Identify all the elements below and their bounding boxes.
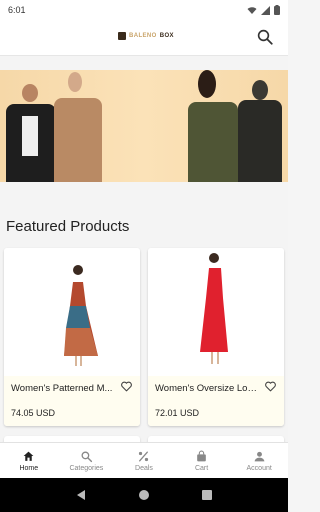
product-image-dress-red — [200, 253, 228, 364]
nav-deals[interactable]: Deals — [115, 443, 173, 478]
nav-cart[interactable]: Cart — [173, 443, 231, 478]
account-icon — [254, 451, 265, 461]
nav-account-label: Account — [246, 464, 272, 472]
product-image[interactable] — [4, 248, 140, 376]
status-bar: 6:01 — [0, 0, 288, 20]
favorite-heart-icon[interactable] — [120, 380, 133, 393]
wifi-icon — [247, 6, 257, 14]
nav-categories-label: Categories — [69, 464, 104, 472]
product-name[interactable]: Women's Oversize Lon... — [155, 383, 259, 394]
product-card[interactable]: Women's Patterned M... 74.05 USD — [4, 248, 140, 426]
system-navigation-bar — [0, 478, 288, 512]
status-time: 6:01 — [8, 5, 26, 15]
banner-model-man-2 — [238, 100, 282, 182]
search-icon — [81, 451, 92, 462]
logo-text-baleno: BALENO — [129, 33, 157, 39]
home-circle-icon[interactable] — [138, 489, 150, 501]
search-icon[interactable] — [256, 28, 274, 46]
product-name[interactable]: Women's Patterned M... — [11, 383, 115, 394]
banner-model-woman-2 — [188, 102, 238, 182]
battery-icon — [274, 5, 280, 15]
logo-text-box: BOX — [159, 33, 174, 39]
product-image-dress-patterned — [64, 265, 98, 366]
shopping-bag-icon — [197, 450, 206, 461]
brand-logo[interactable]: BALENO BOX — [118, 32, 174, 40]
signal-icon — [261, 5, 270, 15]
banner-model-head — [22, 84, 38, 102]
product-price: 72.01 USD — [155, 408, 200, 418]
banner-model-head — [198, 70, 216, 98]
banner-model-woman-1 — [54, 98, 102, 182]
featured-products-title: Featured Products — [6, 218, 130, 235]
product-info: Women's Oversize Lon... 72.01 USD — [148, 376, 284, 426]
favorite-heart-icon[interactable] — [264, 380, 277, 393]
banner-model-head — [68, 72, 82, 92]
nav-categories[interactable]: Categories — [58, 443, 116, 478]
nav-account[interactable]: Account — [230, 443, 288, 478]
nav-home-label: Home — [19, 464, 39, 472]
logo-mark — [118, 32, 126, 40]
percent-icon — [139, 451, 149, 461]
nav-deals-label: Deals — [135, 464, 153, 472]
status-icons — [247, 5, 280, 15]
nav-cart-label: Cart — [194, 464, 209, 472]
promo-banner[interactable] — [0, 70, 288, 182]
product-image[interactable] — [148, 248, 284, 376]
back-icon[interactable] — [75, 489, 87, 501]
app-screen: 6:01 BALENO BOX Featured Products Women'… — [0, 0, 288, 512]
product-info: Women's Patterned M... 74.05 USD — [4, 376, 140, 426]
bottom-navigation: Home Categories Deals Cart Account — [0, 442, 288, 478]
product-card[interactable]: Women's Oversize Lon... 72.01 USD — [148, 248, 284, 426]
home-icon — [23, 451, 34, 461]
nav-home[interactable]: Home — [0, 443, 58, 478]
recents-icon[interactable] — [201, 489, 213, 501]
app-header: BALENO BOX — [0, 20, 288, 56]
product-price: 74.05 USD — [11, 408, 56, 418]
banner-model-head — [252, 80, 268, 100]
